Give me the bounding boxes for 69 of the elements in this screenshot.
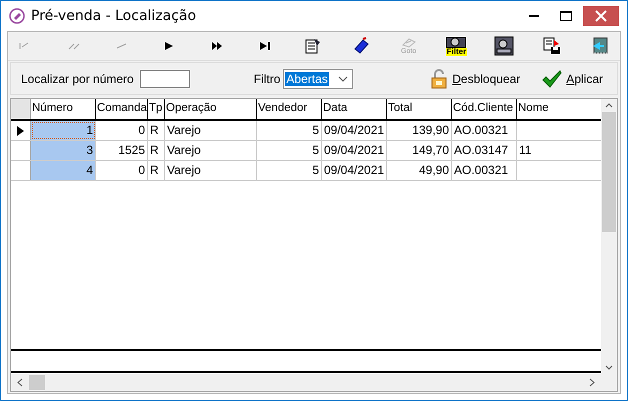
- checkmark-icon: [542, 70, 562, 88]
- filter-button[interactable]: Filter: [442, 33, 470, 59]
- search-label: Localizar por número: [21, 72, 134, 86]
- table-cell: Varejo: [165, 141, 257, 160]
- number-field[interactable]: [140, 70, 190, 88]
- skip-end-icon: [259, 41, 272, 51]
- table-cell: 09/04/2021: [322, 121, 387, 140]
- table-cell: R: [148, 141, 165, 160]
- document-icon: [304, 37, 322, 55]
- table-cell: Varejo: [165, 121, 257, 140]
- filter-dropdown[interactable]: Abertas: [283, 68, 354, 88]
- column-header[interactable]: Comanda: [96, 99, 148, 119]
- close-icon: [595, 10, 607, 22]
- scroll-right-icon: [589, 378, 595, 387]
- column-header[interactable]: Vendedor: [257, 99, 322, 119]
- column-header[interactable]: Número: [31, 99, 96, 119]
- column-header[interactable]: Operação: [165, 99, 257, 119]
- window-title: Pré-venda - Localização: [31, 8, 196, 24]
- column-header[interactable]: Data: [322, 99, 387, 119]
- save-document-icon: [543, 37, 562, 55]
- unlock-button[interactable]: Desbloquear: [430, 68, 520, 88]
- horizontal-scrollbar[interactable]: [11, 374, 617, 391]
- line-icon: [114, 42, 129, 50]
- table-cell: 4: [31, 161, 96, 180]
- maximize-icon: [560, 11, 572, 21]
- padlock-icon: [430, 68, 448, 88]
- table-cell: AO.00321: [452, 121, 517, 140]
- close-button[interactable]: [583, 6, 619, 26]
- table-cell: 0: [96, 161, 148, 180]
- app-icon: [9, 8, 25, 24]
- apply-button[interactable]: Aplicar: [542, 70, 603, 88]
- table-cell: AO.03147: [452, 141, 517, 160]
- table-cell: R: [148, 121, 165, 140]
- minimize-icon: [529, 15, 539, 17]
- column-header[interactable]: Cód.Cliente: [452, 99, 517, 119]
- table-cell: 139,90: [387, 121, 452, 140]
- table-cell: 149,70: [387, 141, 452, 160]
- vertical-scrollbar[interactable]: [601, 99, 617, 374]
- goto-icon: [400, 37, 417, 48]
- exit-icon: [590, 37, 609, 55]
- filter-icon: [446, 36, 466, 48]
- table-cell: 0: [96, 121, 148, 140]
- scroll-left-icon: [17, 378, 23, 387]
- filter-label: Filtro: [254, 72, 280, 86]
- fast-forward-icon: [211, 41, 224, 51]
- table-cell: AO.00321: [452, 161, 517, 180]
- table-cell: 09/04/2021: [322, 161, 387, 180]
- column-header[interactable]: Total: [387, 99, 452, 119]
- scrollbar-thumb[interactable]: [602, 112, 616, 232]
- table-cell: 5: [257, 141, 322, 160]
- chevron-down-icon: [338, 76, 348, 82]
- scrollbar-thumb[interactable]: [29, 375, 45, 390]
- table-cell: R: [148, 161, 165, 180]
- play-icon: [164, 41, 174, 51]
- table-cell: 49,90: [387, 161, 452, 180]
- current-row-icon: [17, 126, 24, 136]
- scroll-down-icon: [605, 365, 613, 370]
- column-header[interactable]: Tp: [148, 99, 165, 119]
- table-cell: 1525: [96, 141, 148, 160]
- monitor-icon: [494, 36, 514, 56]
- table-cell: 5: [257, 121, 322, 140]
- double-line-icon: [66, 42, 81, 50]
- table-cell: 1: [31, 121, 96, 140]
- tag-icon: [352, 37, 370, 55]
- table-cell: 5: [257, 161, 322, 180]
- table-cell: 09/04/2021: [322, 141, 387, 160]
- table-cell: 3: [31, 141, 96, 160]
- table-cell: Varejo: [165, 161, 257, 180]
- scroll-up-icon: [605, 103, 613, 108]
